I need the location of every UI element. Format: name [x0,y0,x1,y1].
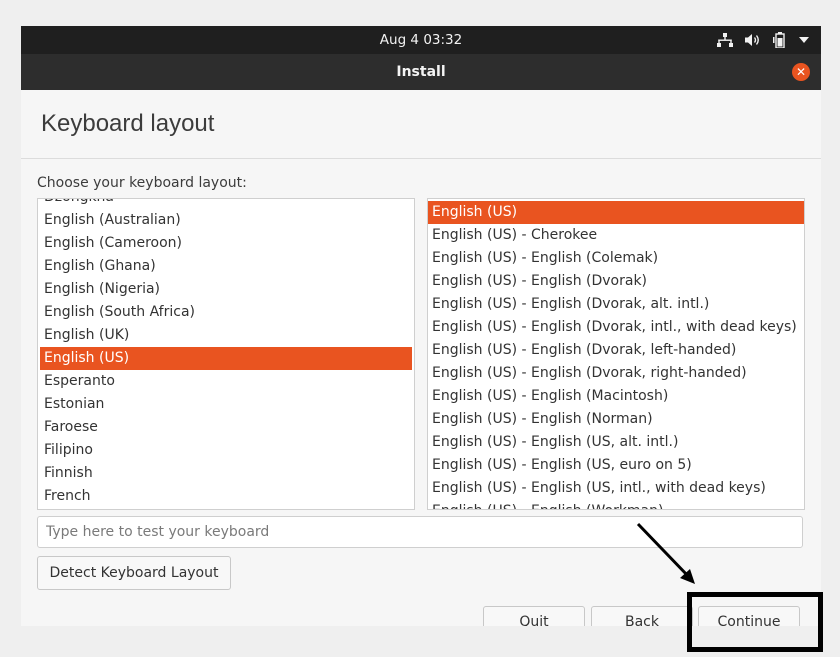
continue-highlight-box [687,592,823,652]
annotation-arrow-icon [636,522,695,584]
